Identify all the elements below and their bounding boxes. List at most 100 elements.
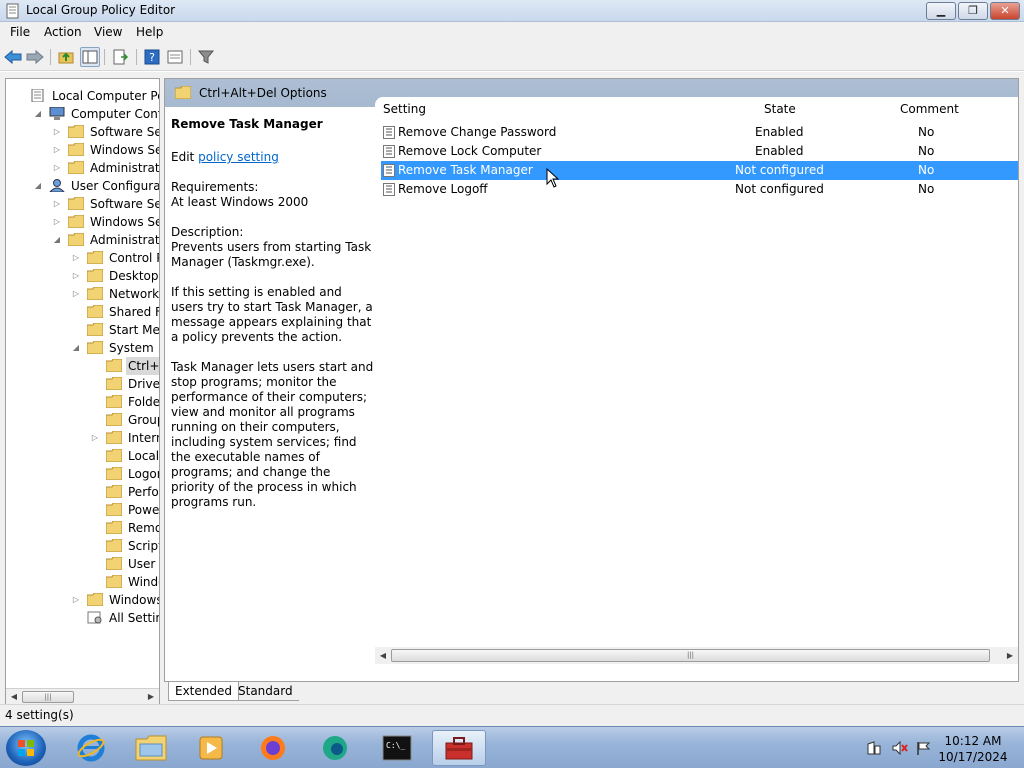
tree-item[interactable]: ▷ Windows Setting: bbox=[6, 141, 159, 159]
tree-item[interactable]: Driver Inst bbox=[6, 375, 159, 393]
tab-extended[interactable]: Extended bbox=[168, 682, 239, 701]
menu-action[interactable]: Action bbox=[44, 25, 82, 39]
expand-arrow-icon[interactable]: ▷ bbox=[52, 159, 62, 177]
system-clock[interactable]: 10:12 AM 10/17/2024 bbox=[933, 733, 1013, 765]
volume-muted-icon[interactable] bbox=[892, 741, 908, 755]
policy-document-icon bbox=[31, 89, 44, 102]
tree-item-label: Control Panel bbox=[109, 251, 159, 265]
taskbar-firefox[interactable] bbox=[246, 730, 300, 766]
expand-arrow-icon[interactable]: ▷ bbox=[90, 429, 100, 447]
tree-item[interactable]: Locale Ser bbox=[6, 447, 159, 465]
setting-row[interactable]: Remove Lock Computer Enabled No bbox=[381, 142, 1018, 161]
tree-item[interactable]: ▷ Administrative Te bbox=[6, 159, 159, 177]
scroll-thumb[interactable]: ||| bbox=[22, 691, 74, 703]
tree-item[interactable]: ▷ Internet C bbox=[6, 429, 159, 447]
expand-arrow-icon[interactable]: ▷ bbox=[52, 123, 62, 141]
column-header-state[interactable]: State bbox=[764, 102, 796, 116]
taskbar-group-policy-editor[interactable] bbox=[432, 730, 486, 766]
column-header-setting[interactable]: Setting bbox=[383, 102, 426, 116]
export-list-button[interactable] bbox=[110, 47, 130, 67]
scroll-thumb[interactable]: ||| bbox=[391, 649, 990, 662]
tree-item[interactable]: Power Ma bbox=[6, 501, 159, 519]
collapse-arrow-icon[interactable]: ◢ bbox=[33, 177, 43, 195]
tree-item[interactable]: Ctrl+Alt+I bbox=[6, 357, 159, 375]
expand-arrow-icon[interactable]: ▷ bbox=[52, 195, 62, 213]
show-hide-tree-button[interactable] bbox=[80, 47, 100, 67]
folder-icon bbox=[68, 125, 84, 138]
up-folder-button[interactable] bbox=[56, 47, 76, 67]
tree-item[interactable]: Windows bbox=[6, 573, 159, 591]
expand-arrow-icon[interactable]: ▷ bbox=[52, 213, 62, 231]
scroll-left-arrow-icon[interactable]: ◀ bbox=[8, 691, 20, 703]
back-button[interactable] bbox=[3, 47, 23, 67]
filter-icon bbox=[198, 50, 214, 64]
setting-row[interactable]: Remove Logoff Not configured No bbox=[381, 180, 1018, 199]
tree-item[interactable]: ▷ Control Panel bbox=[6, 249, 159, 267]
action-center-icon[interactable] bbox=[866, 741, 882, 755]
menu-help[interactable]: Help bbox=[136, 25, 163, 39]
scroll-right-arrow-icon[interactable]: ▶ bbox=[1004, 649, 1016, 662]
tree-item[interactable]: User Profi bbox=[6, 555, 159, 573]
tree-item[interactable]: Group Pol bbox=[6, 411, 159, 429]
tree-item[interactable]: ◢ System bbox=[6, 339, 159, 357]
expand-arrow-icon[interactable]: ▷ bbox=[71, 285, 81, 303]
minimize-button[interactable]: ▁ bbox=[926, 2, 956, 20]
tree-item[interactable]: ◢ User Configuration bbox=[6, 177, 159, 195]
column-header-comment[interactable]: Comment bbox=[900, 102, 959, 116]
expand-arrow-icon[interactable]: ▷ bbox=[52, 141, 62, 159]
tree-item[interactable]: ▷ Desktop bbox=[6, 267, 159, 285]
collapse-arrow-icon[interactable]: ◢ bbox=[52, 231, 62, 249]
tree-horizontal-scrollbar[interactable]: ◀ ||| ▶ bbox=[6, 688, 159, 705]
taskbar-file-explorer[interactable] bbox=[124, 730, 178, 766]
close-button[interactable]: ✕ bbox=[990, 2, 1020, 20]
folder-icon bbox=[106, 503, 122, 516]
menu-file[interactable]: File bbox=[10, 25, 30, 39]
taskbar-internet-explorer[interactable] bbox=[64, 730, 118, 766]
tree-item-label: Desktop bbox=[109, 269, 159, 283]
expand-arrow-icon[interactable]: ▷ bbox=[71, 591, 81, 609]
list-horizontal-scrollbar[interactable]: ◀ ||| ▶ bbox=[375, 647, 1018, 664]
tree-item[interactable]: ▷ Network bbox=[6, 285, 159, 303]
properties-button[interactable] bbox=[165, 47, 185, 67]
tree-item[interactable]: ▷ Windows Cor bbox=[6, 591, 159, 609]
setting-row[interactable]: Remove Task Manager Not configured No bbox=[381, 161, 1018, 180]
maximize-button[interactable]: ❐ bbox=[958, 2, 988, 20]
help-button[interactable]: ? bbox=[142, 47, 162, 67]
tab-standard[interactable]: Standard bbox=[232, 682, 299, 701]
menu-view[interactable]: View bbox=[94, 25, 122, 39]
expand-arrow-icon[interactable]: ▷ bbox=[71, 249, 81, 267]
scroll-right-arrow-icon[interactable]: ▶ bbox=[145, 691, 157, 703]
tree-item[interactable]: Removabl bbox=[6, 519, 159, 537]
collapse-arrow-icon[interactable]: ◢ bbox=[33, 105, 43, 123]
expand-arrow-icon[interactable]: ▷ bbox=[71, 267, 81, 285]
tree-item[interactable]: Shared Folder bbox=[6, 303, 159, 321]
start-button[interactable] bbox=[6, 730, 46, 766]
tree-item[interactable]: ▷ Windows Setting: bbox=[6, 213, 159, 231]
tree-item[interactable]: Folder Rec bbox=[6, 393, 159, 411]
file-explorer-icon bbox=[135, 735, 167, 761]
scroll-left-arrow-icon[interactable]: ◀ bbox=[377, 649, 389, 662]
tree-item[interactable]: Local Computer Policy bbox=[6, 87, 159, 105]
tree-item[interactable]: ◢ Computer Configura bbox=[6, 105, 159, 123]
tree-item[interactable]: Scripts bbox=[6, 537, 159, 555]
policy-setting-link[interactable]: policy setting bbox=[198, 150, 279, 164]
forward-button[interactable] bbox=[25, 47, 45, 67]
tree-item[interactable]: Logon bbox=[6, 465, 159, 483]
setting-row[interactable]: Remove Change Password Enabled No bbox=[381, 123, 1018, 142]
console-tree[interactable]: Local Computer Policy ◢ Computer Configura… bbox=[5, 78, 160, 706]
tree-item[interactable]: All Settings bbox=[6, 609, 159, 627]
tree-item[interactable]: Start Menu ar bbox=[6, 321, 159, 339]
status-text: 4 setting(s) bbox=[5, 708, 74, 722]
collapse-arrow-icon[interactable]: ◢ bbox=[71, 339, 81, 357]
tree-item[interactable]: ▷ Software Settings bbox=[6, 123, 159, 141]
taskbar-edge[interactable] bbox=[308, 730, 362, 766]
tree-item-label: Windows bbox=[128, 575, 159, 589]
computer-icon bbox=[49, 107, 65, 120]
filter-button[interactable] bbox=[196, 47, 216, 67]
taskbar-command-prompt[interactable]: C:\_ bbox=[370, 730, 424, 766]
taskbar-media-player[interactable] bbox=[184, 730, 238, 766]
tree-item[interactable]: ◢ Administrative Te bbox=[6, 231, 159, 249]
tree-item[interactable]: ▷ Software Settings bbox=[6, 195, 159, 213]
tree-item[interactable]: Performar bbox=[6, 483, 159, 501]
network-flag-icon[interactable] bbox=[916, 741, 932, 755]
